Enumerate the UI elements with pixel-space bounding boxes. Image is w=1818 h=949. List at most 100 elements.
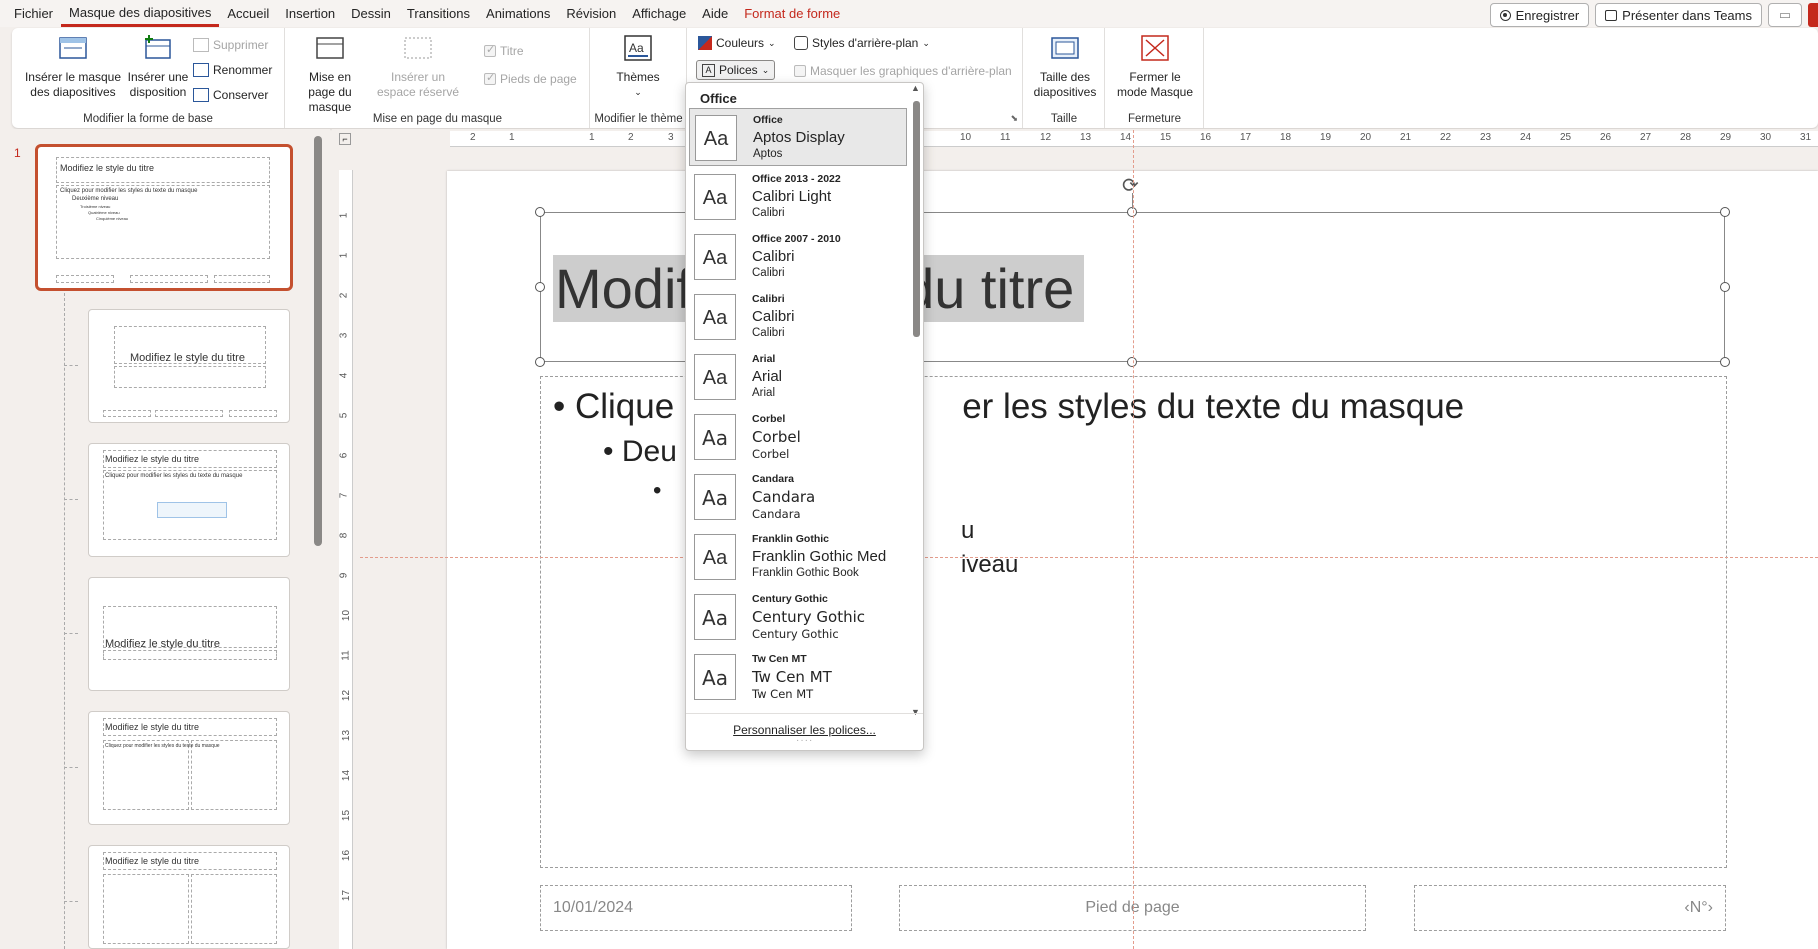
font-theme-item[interactable]: Aa Century Gothic Century Gothic Century Go… xyxy=(689,588,907,646)
ruler-tick-label: 7 xyxy=(338,492,350,499)
menu-insert[interactable]: Insertion xyxy=(277,0,343,27)
ruler-tick-label: 24 xyxy=(1520,132,1532,143)
menu-draw[interactable]: Dessin xyxy=(343,0,399,27)
menu-shape-format[interactable]: Format de forme xyxy=(736,0,848,27)
colors-button[interactable]: Couleurs ⌄ xyxy=(698,36,776,50)
ruler-tick-label: 8 xyxy=(338,532,350,539)
vertical-ruler[interactable]: 1 1 2 3 4 5 6 7 8 9 10 11 12 13 14 15 16 17 xyxy=(338,170,353,949)
scroll-up-icon[interactable]: ▲ xyxy=(911,83,920,93)
svg-text:Aa: Aa xyxy=(629,41,644,55)
insert-layout-icon xyxy=(145,35,171,59)
fonts-dropdown-scroll-thumb[interactable] xyxy=(913,101,920,337)
rename-button[interactable]: Renommer xyxy=(193,63,272,77)
ruler-tick-label: 9 xyxy=(338,572,350,579)
font-theme-item[interactable]: Aa Corbel Corbel Corbel xyxy=(689,408,907,466)
title-checkbox[interactable]: Titre xyxy=(484,43,524,58)
horizontal-ruler[interactable]: 2 1 1 2 3 10 11 12 13 14 15 16 17 18 19 20 21 22 23 24 25 26 2… xyxy=(450,131,1818,147)
page-number-placeholder[interactable]: ‹N°› xyxy=(1414,885,1726,931)
ruler-tick-label: 17 xyxy=(341,889,353,902)
fonts-dropdown-scrollbar[interactable]: ▲ ▼ xyxy=(911,83,921,717)
fonts-button[interactable]: A Polices ⌄ xyxy=(696,60,776,80)
resize-handle-br[interactable] xyxy=(1720,357,1730,367)
master-layout-icon xyxy=(316,37,344,59)
resize-handle-bm[interactable] xyxy=(1127,357,1137,367)
footers-check-label: Pieds de page xyxy=(500,72,577,86)
font-theme-item[interactable]: Aa Office 2007 - 2010 Calibri Calibri xyxy=(689,228,907,286)
body-level-1-start: • Clique xyxy=(553,387,675,426)
resize-handle-tr[interactable] xyxy=(1720,207,1730,217)
thumb-layout-comparison[interactable]: Modifiez le style du titre xyxy=(88,845,290,949)
bg-styles-button[interactable]: Styles d'arrière-plan ⌄ xyxy=(794,36,930,50)
thumbnail-scrollbar[interactable] xyxy=(314,136,322,546)
insert-placeholder-button[interactable]: Insérer un espace réservé xyxy=(370,34,466,100)
present-teams-button[interactable]: Présenter dans Teams xyxy=(1595,3,1762,27)
vertical-guide[interactable] xyxy=(1133,130,1134,949)
resize-handle-tl[interactable] xyxy=(535,207,545,217)
preserve-button[interactable]: Conserver xyxy=(193,88,268,102)
slide-size-button[interactable]: Taille des diapositives xyxy=(1028,34,1102,100)
rotate-handle-icon[interactable]: ⟳ xyxy=(1122,173,1139,198)
font-preview-icon: Aa xyxy=(694,474,736,520)
master-layout-button[interactable]: Mise en page du masque xyxy=(294,34,366,115)
preserve-icon xyxy=(193,88,209,102)
font-theme-name: Corbel xyxy=(752,413,786,425)
rename-label: Renommer xyxy=(213,63,273,77)
menu-help[interactable]: Aide xyxy=(694,0,736,27)
ruler-tick-label: 30 xyxy=(1760,132,1772,143)
resize-handle-mr[interactable] xyxy=(1720,282,1730,292)
body-level-1-end: er les styles du texte du masque xyxy=(962,387,1465,426)
insert-layout-button[interactable]: Insérer une disposition xyxy=(124,34,192,100)
font-theme-minor: Franklin Gothic Book xyxy=(752,567,859,579)
thumb-layout-two-content[interactable]: Modifiez le style du titre Cliquez pour … xyxy=(88,711,290,825)
comments-button[interactable]: ▭ xyxy=(1768,3,1802,27)
font-theme-item[interactable]: Aa Franklin Gothic Franklin Gothic Med Fran… xyxy=(689,528,907,586)
ruler-tab-selector[interactable]: ⌐ xyxy=(339,133,351,145)
record-button[interactable]: Enregistrer xyxy=(1489,3,1590,27)
menu-slide-master[interactable]: Masque des diapositives xyxy=(61,0,220,27)
ruler-tick-label: 15 xyxy=(1160,132,1172,143)
font-preview-icon: Aa xyxy=(694,654,736,700)
body-level-4-tail: u xyxy=(961,517,975,544)
background-launcher-icon[interactable]: ⬊ xyxy=(1010,113,1018,124)
resize-handle-ml[interactable] xyxy=(535,282,545,292)
font-theme-minor: Aptos xyxy=(753,148,783,160)
menu-animations[interactable]: Animations xyxy=(478,0,558,27)
group-label-size: Taille xyxy=(1050,113,1078,125)
menu-view[interactable]: Affichage xyxy=(624,0,694,27)
menu-home[interactable]: Accueil xyxy=(219,0,277,27)
ruler-tick-label: 21 xyxy=(1400,132,1412,143)
themes-button[interactable]: Aa Thèmes ⌄ xyxy=(601,34,675,100)
font-theme-item[interactable]: Aa Calibri Calibri Calibri xyxy=(689,288,907,346)
hide-bg-checkbox[interactable]: Masquer les graphiques d'arrière-plan xyxy=(794,64,1012,78)
font-theme-item[interactable]: Aa Arial Arial Arial xyxy=(689,348,907,406)
menu-review[interactable]: Révision xyxy=(558,0,624,27)
font-theme-name: Office 2007 - 2010 xyxy=(752,233,841,245)
insert-master-button[interactable]: Insérer le masque des diapositives xyxy=(22,34,124,100)
font-theme-item[interactable]: Aa Tw Cen MT Tw Cen MT Tw Cen MT xyxy=(689,648,907,706)
group-label-modify-base: Modifier la forme de base xyxy=(83,113,213,125)
thumb-master[interactable]: Modifiez le style du titre Cliquez pour … xyxy=(35,144,293,291)
body-level-2: • Deu xyxy=(603,435,677,468)
font-theme-item[interactable]: Aa Office Aptos Display Aptos xyxy=(689,108,907,166)
thumb-layout-title[interactable]: Modifiez le style du titre xyxy=(88,309,290,423)
footers-check-icon xyxy=(484,71,496,85)
thumb-layout-section[interactable]: Modifiez le style du titre xyxy=(88,577,290,691)
font-theme-minor: Century Gothic xyxy=(752,627,839,641)
thumb-layout-content[interactable]: Modifiez le style du titre Cliquez pour … xyxy=(88,443,290,557)
master-layout-label: Mise en page du masque xyxy=(308,70,352,114)
themes-label: Thèmes xyxy=(616,70,660,84)
customize-fonts-link[interactable]: Personnaliser les polices... xyxy=(686,713,923,737)
horizontal-guide[interactable] xyxy=(360,557,1818,558)
delete-button[interactable]: Supprimer xyxy=(193,38,268,52)
font-theme-item[interactable]: Aa Candara Candara Candara xyxy=(689,468,907,526)
resize-grip-icon[interactable]: ···· xyxy=(796,735,813,746)
footers-checkbox[interactable]: Pieds de page xyxy=(484,71,577,86)
thumb-master-body-2: Deuxième niveau xyxy=(72,196,119,202)
menu-file[interactable]: Fichier xyxy=(6,0,61,27)
close-master-button[interactable]: Fermer le mode Masque xyxy=(1114,34,1196,100)
menu-transitions[interactable]: Transitions xyxy=(399,0,478,27)
font-theme-item[interactable]: Aa Office 2013 - 2022 Calibri Light Calibri xyxy=(689,168,907,226)
resize-handle-bl[interactable] xyxy=(535,357,545,367)
share-button-edge[interactable] xyxy=(1808,3,1818,27)
date-placeholder[interactable]: 10/01/2024 xyxy=(540,885,852,931)
